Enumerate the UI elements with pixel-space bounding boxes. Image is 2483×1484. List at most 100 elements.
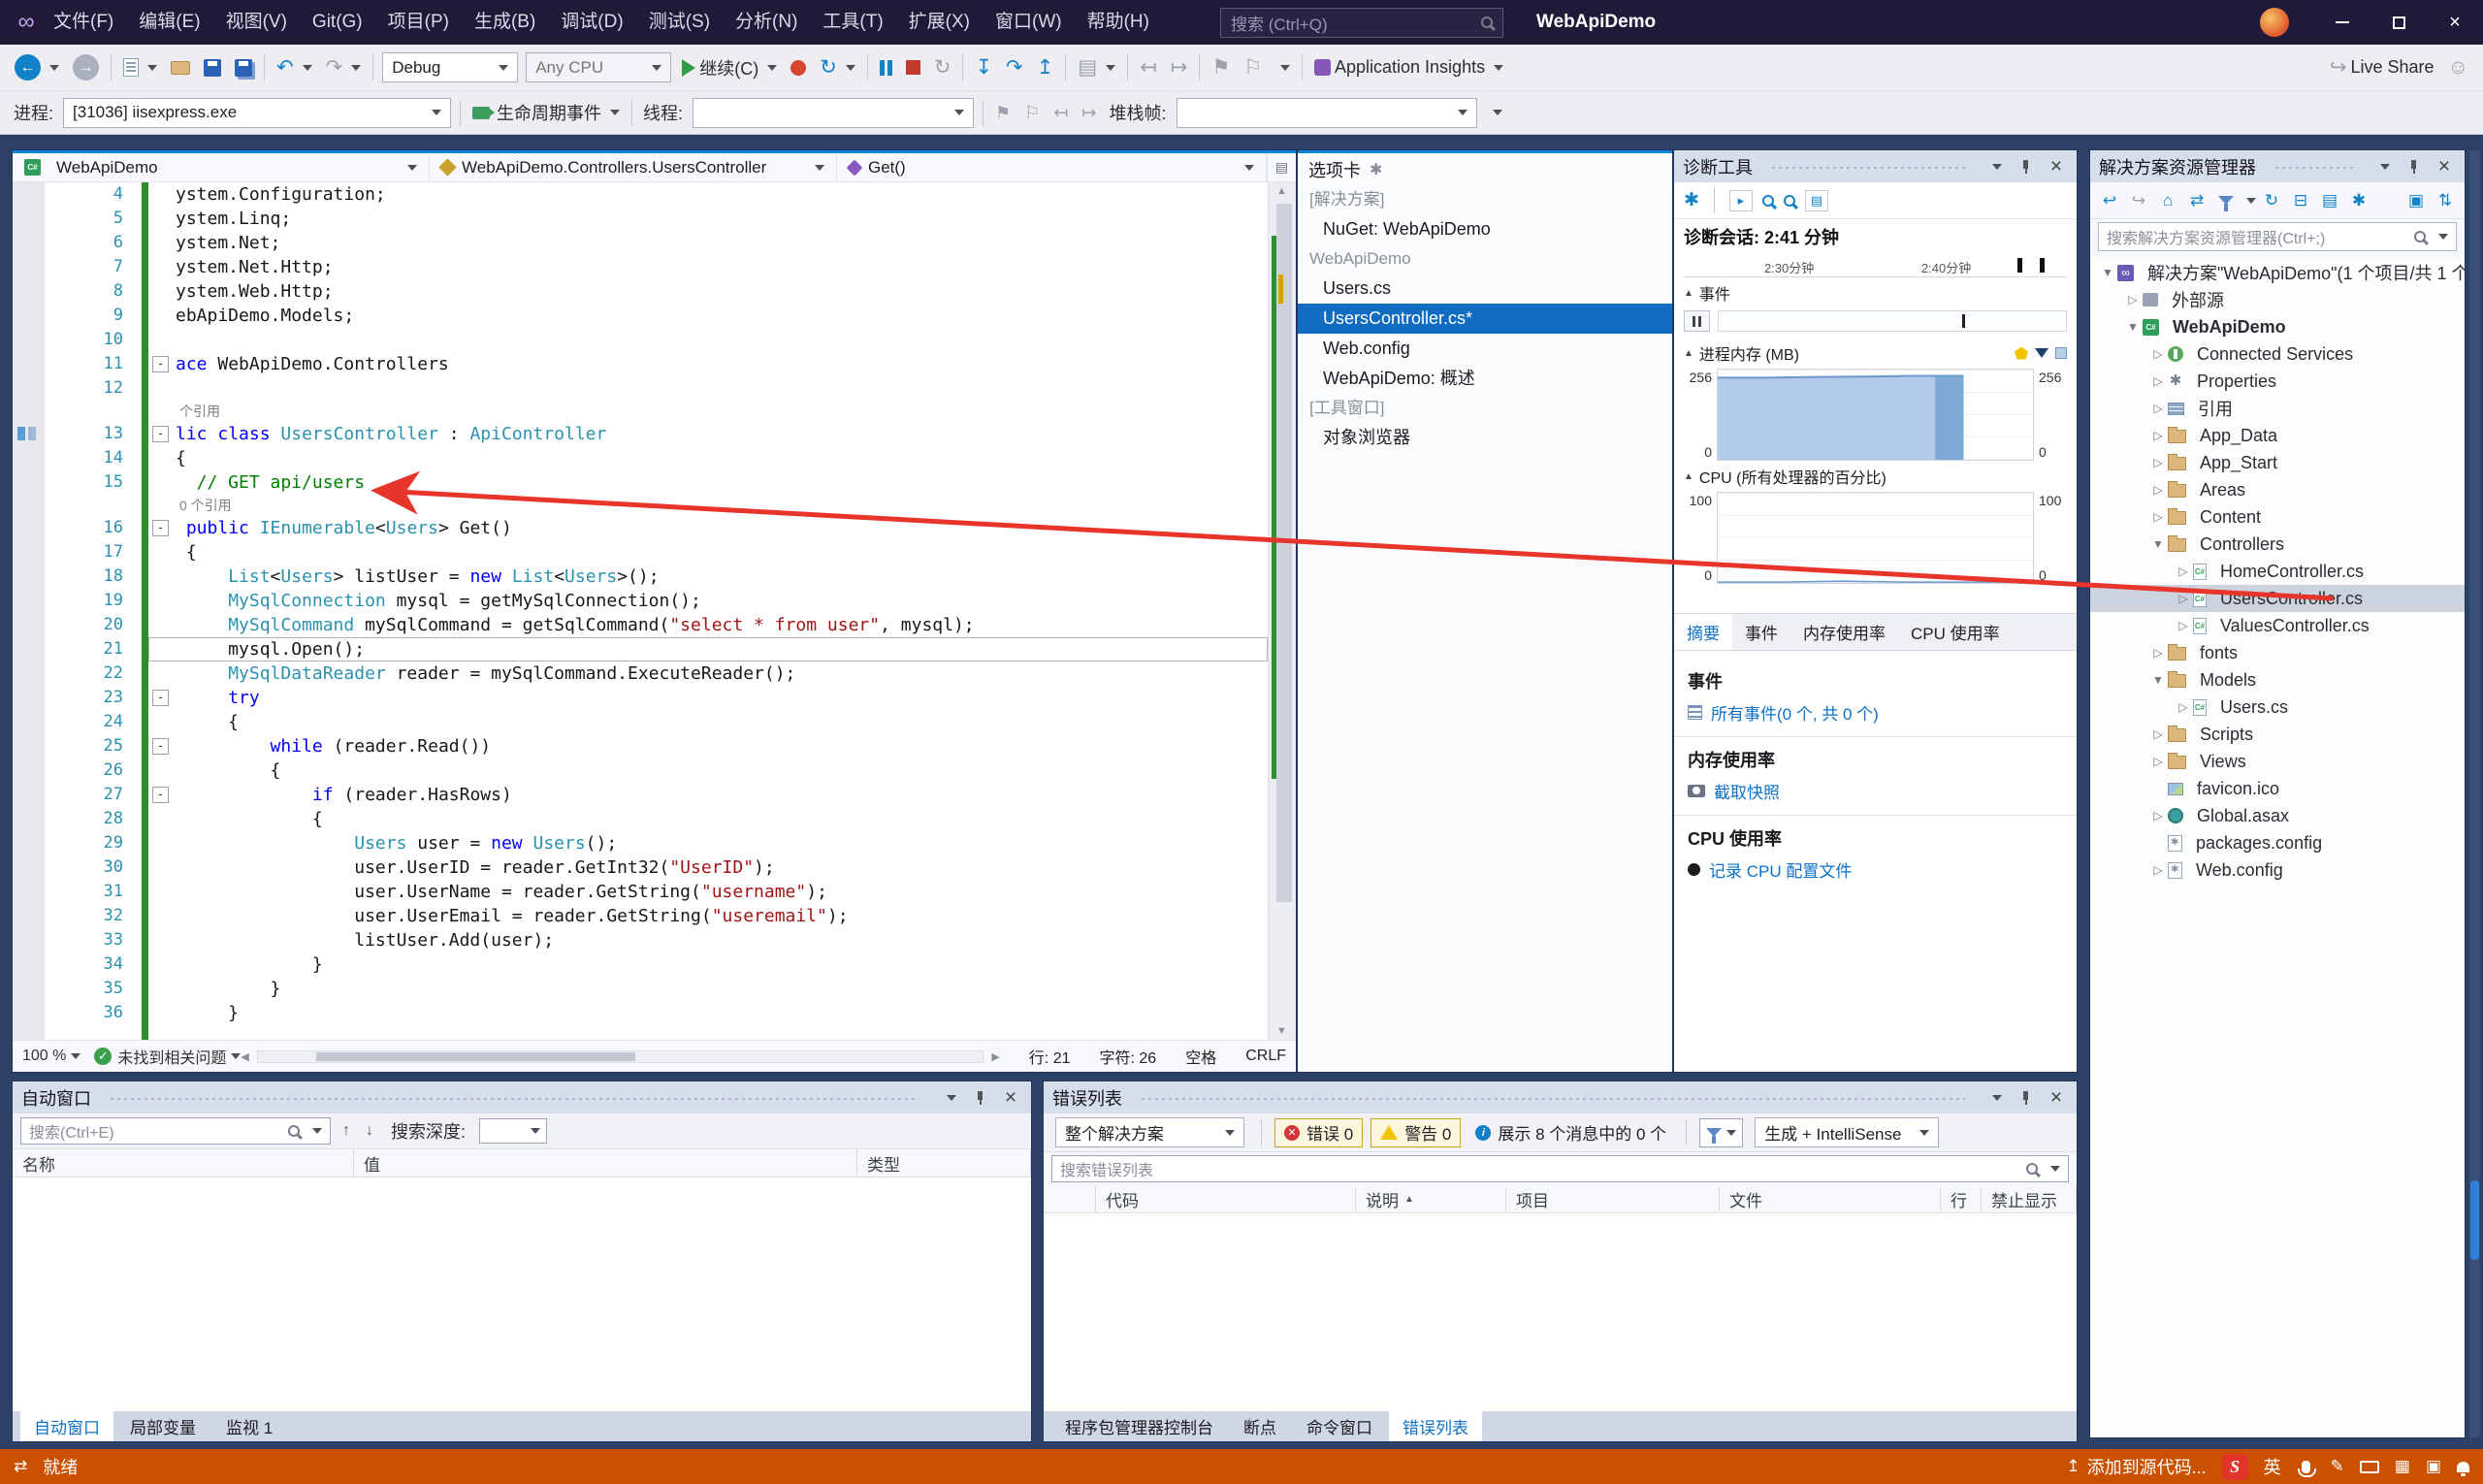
timeline-ruler[interactable]: 2:30分钟2:40分钟: [1684, 254, 2067, 277]
toolbox-icon[interactable]: ▣: [2426, 1457, 2441, 1476]
timeline-handle[interactable]: [2017, 258, 2022, 273]
next-frame-button[interactable]: ↦: [1075, 91, 1103, 134]
fold-toggle-icon[interactable]: -: [152, 690, 169, 706]
flag-threads-button[interactable]: ⚑: [988, 91, 1017, 134]
search-depth-dropdown[interactable]: [479, 1118, 547, 1144]
pause-events-icon[interactable]: [1684, 310, 1710, 332]
notifications-icon[interactable]: [2457, 1462, 2469, 1472]
refresh-icon[interactable]: ↻: [2258, 187, 2285, 214]
collapse-all-icon[interactable]: ⊟: [2287, 187, 2314, 214]
toggle-bookmark-button[interactable]: ⚑: [1205, 45, 1237, 90]
tree-item[interactable]: ▷fonts: [2090, 639, 2465, 666]
menu-item-2[interactable]: 编辑(E): [126, 0, 212, 45]
drag-handle[interactable]: [1770, 163, 1965, 171]
pin-button[interactable]: [2014, 1090, 2037, 1106]
tree-item[interactable]: ▷Properties: [2090, 368, 2465, 395]
panel-tab[interactable]: 自动窗口: [20, 1411, 113, 1441]
zoom-out-icon[interactable]: [1784, 195, 1795, 207]
scroll-up-icon[interactable]: ▲: [1276, 185, 1287, 197]
pin-button[interactable]: [2014, 159, 2037, 175]
code-area[interactable]: 4ystem.Configuration;5ystem.Linq;6ystem.…: [13, 182, 1296, 1040]
open-file-button[interactable]: [164, 45, 197, 90]
home-icon[interactable]: ⌂: [2154, 187, 2181, 214]
tree-item[interactable]: ▷HomeController.cs: [2090, 558, 2465, 585]
solution-explorer-scrollbar[interactable]: [2469, 150, 2480, 1437]
settings-gear-icon[interactable]: ✱: [1684, 189, 1699, 211]
filter-icon[interactable]: [2212, 187, 2240, 214]
fold-toggle-icon[interactable]: -: [152, 520, 169, 536]
source-filter-dropdown[interactable]: 生成 + IntelliSense: [1755, 1117, 1939, 1147]
document-tab[interactable]: Users.cs: [1298, 274, 1672, 304]
stop-debugging-button[interactable]: [899, 45, 927, 90]
menu-item-10[interactable]: 工具(T): [810, 0, 895, 45]
memory-section-header[interactable]: ▲进程内存 (MB): [1674, 338, 2077, 369]
toolbar-overflow-button[interactable]: [1481, 91, 1509, 134]
column-header[interactable]: 说明▲: [1356, 1187, 1506, 1211]
column-header[interactable]: 代码: [1096, 1187, 1356, 1211]
autos-search-box[interactable]: 搜索(Ctrl+E): [20, 1117, 331, 1145]
menu-item-3[interactable]: 视图(V): [213, 0, 300, 45]
menu-item-5[interactable]: 项目(P): [375, 0, 462, 45]
tree-item[interactable]: favicon.ico: [2090, 775, 2465, 802]
step-out-button[interactable]: ↥: [1030, 45, 1061, 90]
solution-platform-dropdown[interactable]: Any CPU: [526, 52, 671, 82]
increase-indent-button[interactable]: ↦: [1164, 45, 1195, 90]
scrollbar-thumb[interactable]: [1276, 204, 1292, 902]
warnings-toggle-button[interactable]: 警告 0: [1370, 1118, 1461, 1147]
tree-item[interactable]: ▷App_Data: [2090, 422, 2465, 449]
tree-item[interactable]: ▼WebApiDemo: [2090, 313, 2465, 340]
restart-debugging-button[interactable]: ↻: [927, 45, 958, 90]
filter-menu-icon[interactable]: [2246, 198, 2256, 204]
messages-toggle-button[interactable]: 展示 8 个消息中的 0 个: [1468, 1118, 1673, 1147]
document-tab[interactable]: WebApiDemo: 概述: [1298, 364, 1672, 394]
decrease-indent-button[interactable]: ↤: [1133, 45, 1164, 90]
tree-item[interactable]: ▷UsersController.cs: [2090, 585, 2465, 612]
sync-icon[interactable]: ⇅: [2432, 187, 2459, 214]
unflag-threads-button[interactable]: ⚐: [1017, 91, 1047, 134]
switch-views-icon[interactable]: ⇄: [2183, 187, 2210, 214]
restore-button[interactable]: [2370, 0, 2427, 45]
member-selector[interactable]: Get(): [837, 153, 1267, 181]
diagnostics-tab[interactable]: 事件: [1732, 614, 1790, 650]
drag-handle[interactable]: [109, 1094, 919, 1102]
close-panel-button[interactable]: ×: [2045, 155, 2068, 178]
fold-toggle-icon[interactable]: -: [152, 738, 169, 755]
timeline-handle[interactable]: [2040, 258, 2045, 273]
gear-icon[interactable]: ✱: [1370, 160, 1382, 179]
live-share-button[interactable]: ↪Live Share: [2323, 45, 2441, 90]
panel-tab[interactable]: 程序包管理器控制台: [1051, 1411, 1227, 1441]
solution-search-box[interactable]: 搜索解决方案资源管理器(Ctrl+;): [2098, 222, 2457, 251]
window-position-button[interactable]: [937, 1095, 960, 1101]
document-tab[interactable]: 对象浏览器: [1298, 423, 1672, 453]
codelens-references[interactable]: 个引用: [179, 403, 220, 419]
minimize-button[interactable]: [2314, 0, 2370, 45]
account-avatar[interactable]: [2260, 8, 2289, 37]
step-over-button[interactable]: ↷: [999, 45, 1030, 90]
fold-toggle-icon[interactable]: -: [152, 356, 169, 372]
lifecycle-events-button[interactable]: 生命周期事件: [466, 91, 627, 134]
menu-item-13[interactable]: 帮助(H): [1075, 0, 1162, 45]
split-window-button[interactable]: ▤: [1267, 153, 1296, 181]
health-indicator[interactable]: 未找到相关问题: [117, 1045, 226, 1068]
keyboard-icon[interactable]: [2360, 1461, 2379, 1473]
tree-item[interactable]: ▼Models: [2090, 666, 2465, 694]
process-dropdown[interactable]: [31036] iisexpress.exe: [63, 98, 451, 128]
autos-grid-body[interactable]: [13, 1178, 1031, 1411]
pen-icon[interactable]: ✎: [2331, 1457, 2344, 1476]
document-tab[interactable]: NuGet: WebApiDemo: [1298, 214, 1672, 244]
events-section-header[interactable]: ▲事件: [1674, 277, 2077, 308]
column-header[interactable]: 名称: [13, 1149, 354, 1177]
menu-item-6[interactable]: 生成(B): [462, 0, 548, 45]
summary-link[interactable]: 截取快照: [1714, 779, 1780, 803]
menu-item-11[interactable]: 扩展(X): [896, 0, 983, 45]
close-panel-button[interactable]: ×: [2433, 155, 2456, 178]
panel-tab[interactable]: 命令窗口: [1293, 1411, 1386, 1441]
save-button[interactable]: [197, 45, 228, 90]
window-position-button[interactable]: [2370, 164, 2394, 170]
continue-button[interactable]: 继续(C): [675, 45, 784, 90]
spaces-indicator[interactable]: 空格: [1185, 1045, 1216, 1068]
show-all-files-icon[interactable]: ▤: [2316, 187, 2343, 214]
summary-link[interactable]: 所有事件(0 个, 共 0 个): [1711, 700, 1879, 725]
diagnostics-tab[interactable]: CPU 使用率: [1898, 614, 2013, 650]
filter-button[interactable]: [1699, 1118, 1743, 1147]
